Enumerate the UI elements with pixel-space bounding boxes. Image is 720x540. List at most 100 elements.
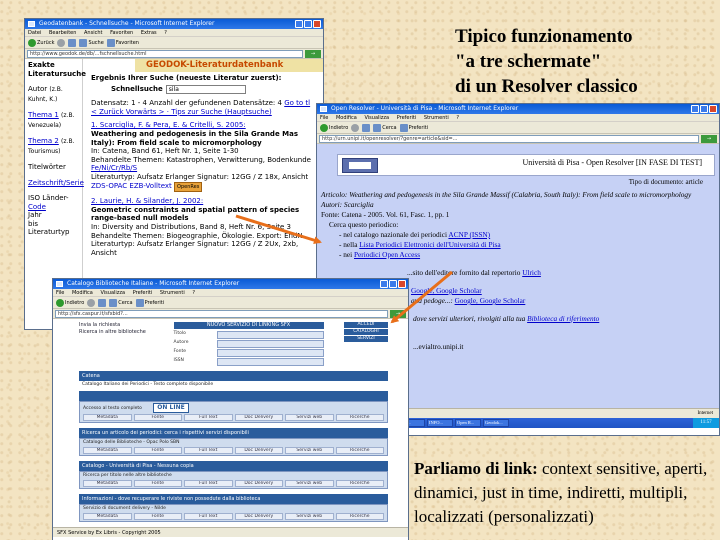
acnp-link[interactable]: ACNP (ISSN) <box>448 230 490 239</box>
rec1-fe[interactable]: Fe/Ni/Cr/Rb/S <box>91 164 319 173</box>
stop-button[interactable] <box>362 123 371 132</box>
minimize-icon[interactable] <box>295 20 303 28</box>
zeitschrift-link[interactable]: Zeitschrift/Serie <box>28 179 84 187</box>
row-cell[interactable]: Servizi web <box>285 480 334 487</box>
maximize-icon[interactable] <box>389 280 397 288</box>
row-cell[interactable]: Metadata <box>83 447 132 454</box>
row-cell[interactable]: Full Text <box>184 480 233 487</box>
google-scholar-link-2[interactable]: Google, Google Scholar <box>455 296 526 305</box>
thema2-link[interactable]: Thema 2 <box>28 137 59 145</box>
google-scholar-link-1[interactable]: Google, Google Scholar <box>411 286 482 295</box>
search-button[interactable]: Cerca <box>373 123 397 132</box>
tab-cataloghi[interactable]: CATALOGHI <box>344 329 388 335</box>
menu-item-view[interactable]: Visualizza <box>100 290 125 296</box>
menu-item-edit[interactable]: Modifica <box>336 115 357 121</box>
address-input[interactable]: http://sfx.caspur.it/sfxbid?... <box>55 309 388 318</box>
sfx-left-link-1[interactable]: Invia la richiesta <box>79 322 153 329</box>
forward-button[interactable] <box>87 298 96 307</box>
search-button[interactable]: Cerca <box>109 298 133 307</box>
menu-item-view[interactable]: Ansicht <box>84 30 102 36</box>
menu-item-favorites[interactable]: Favoriten <box>110 30 133 36</box>
menu-item-tools[interactable]: Strumenti <box>160 290 185 296</box>
menu-item-file[interactable]: File <box>56 290 64 296</box>
menu-item-tools[interactable]: Extras <box>141 30 157 36</box>
menu-item-favorites[interactable]: Preferiti <box>397 115 417 121</box>
row-cell[interactable]: Metadata <box>83 480 132 487</box>
menu-item-help[interactable]: ? <box>164 30 167 36</box>
zeitschrift-field[interactable]: Zeitschrift/Serie <box>28 179 84 188</box>
go-button[interactable]: → <box>390 309 406 318</box>
forward-button[interactable] <box>57 38 66 47</box>
row-cell[interactable]: Full Text <box>184 447 233 454</box>
row-cell[interactable]: Metadata <box>83 513 132 520</box>
back-button[interactable]: Zurück <box>28 38 54 47</box>
row-cell[interactable]: Doc Delivery <box>234 513 283 520</box>
row-cell[interactable]: Fonte <box>133 480 182 487</box>
address-input[interactable]: http://www.geodok.de/db/...fschnellsuche… <box>27 49 303 58</box>
favorites-button[interactable]: Favoriten <box>106 38 139 47</box>
menu-item-help[interactable]: ? <box>456 115 459 121</box>
row-cell[interactable]: Metadata <box>83 414 132 421</box>
taskbar-item-4[interactable]: INFO... <box>427 419 453 427</box>
back-button[interactable]: Indietro <box>56 298 84 307</box>
online-badge[interactable]: ON LINE <box>153 403 189 413</box>
close-icon[interactable] <box>398 280 406 288</box>
rec2-authors[interactable]: 2. Laurie, H. & Silander, J. 2002: <box>91 197 319 206</box>
taskbar-item-6[interactable]: Geodok... <box>483 419 509 427</box>
stop-button[interactable] <box>68 38 77 47</box>
tab-accedi[interactable]: ACCEDI <box>344 322 388 328</box>
menu-item-tools[interactable]: Strumenti <box>424 115 449 121</box>
stop-button[interactable] <box>98 298 107 307</box>
thema1-field[interactable]: Thema 1 (z.B. Venezuela) <box>28 111 82 130</box>
menu-item-help[interactable]: ? <box>192 290 195 296</box>
ulrich-link[interactable]: Ulrich <box>522 268 541 277</box>
back-button[interactable]: Indietro <box>320 123 348 132</box>
row-cell[interactable]: Doc Delivery <box>234 447 283 454</box>
address-input[interactable]: http://urn.unipi.it/openresolver/?genre=… <box>319 134 699 143</box>
maximize-icon[interactable] <box>700 105 708 113</box>
favorites-button[interactable]: Preferiti <box>135 298 164 307</box>
row-cell[interactable]: Full Text <box>184 513 233 520</box>
thema2-field[interactable]: Thema 2 (z.B. Tourismus) <box>28 137 82 156</box>
close-icon[interactable] <box>709 105 717 113</box>
favorites-button[interactable]: Preferiti <box>399 123 428 132</box>
go-button[interactable]: → <box>305 49 321 58</box>
menu-item-favorites[interactable]: Preferiti <box>133 290 153 296</box>
biblioteca-link[interactable]: Biblioteca di riferimento <box>527 314 599 323</box>
menu-item-file[interactable]: Datei <box>28 30 41 36</box>
zds-link[interactable]: ZDS-OPAC EZB-Volltext <box>91 182 172 190</box>
maximize-icon[interactable] <box>304 20 312 28</box>
row-cell[interactable]: Full Text <box>184 414 233 421</box>
row-cell[interactable]: Ricerche <box>335 414 384 421</box>
row-cell[interactable]: Fonte <box>133 513 182 520</box>
menu-item-file[interactable]: File <box>320 115 328 121</box>
openresolver-button[interactable]: OpenRes <box>174 181 203 193</box>
open-access-link[interactable]: Periodici Open Access <box>354 250 420 259</box>
lista-link[interactable]: Lista Periodici Elettronici dell'Univers… <box>359 240 500 249</box>
thema1-link[interactable]: Thema 1 <box>28 111 59 119</box>
code-link[interactable]: Code <box>28 203 82 212</box>
close-icon[interactable] <box>313 20 321 28</box>
row-cell[interactable]: Servizi web <box>285 447 334 454</box>
row-cell[interactable]: Ricerche <box>335 480 384 487</box>
minimize-icon[interactable] <box>691 105 699 113</box>
row-cell[interactable]: Ricerche <box>335 447 384 454</box>
rec1-authors[interactable]: 1. Scarciglia, F. & Pera, E. & Critelli,… <box>91 121 319 130</box>
tab-servizi[interactable]: SERVIZI <box>344 336 388 342</box>
row-cell[interactable]: Doc Delivery <box>234 480 283 487</box>
row-cell[interactable]: Fonte <box>133 414 182 421</box>
minimize-icon[interactable] <box>380 280 388 288</box>
menu-item-edit[interactable]: Modifica <box>72 290 93 296</box>
row-cell[interactable]: Ricerche <box>335 513 384 520</box>
row-cell[interactable]: Servizi web <box>285 414 334 421</box>
forward-button[interactable] <box>351 123 360 132</box>
row-cell[interactable]: Fonte <box>133 447 182 454</box>
row-cell[interactable]: Doc Delivery <box>234 414 283 421</box>
sfx-left-link-2[interactable]: Ricerca in altre biblioteche <box>79 329 153 336</box>
taskbar-item-5[interactable]: Open R... <box>455 419 481 427</box>
row-cell[interactable]: Servizi web <box>285 513 334 520</box>
nav-links[interactable]: < Zurück Vorwärts > · Tips zur Suche (Ha… <box>91 108 319 117</box>
go-button[interactable]: → <box>701 134 717 143</box>
titelwoerter-field[interactable]: Titelwörter <box>28 163 82 172</box>
search-button[interactable]: Suche <box>79 38 104 47</box>
